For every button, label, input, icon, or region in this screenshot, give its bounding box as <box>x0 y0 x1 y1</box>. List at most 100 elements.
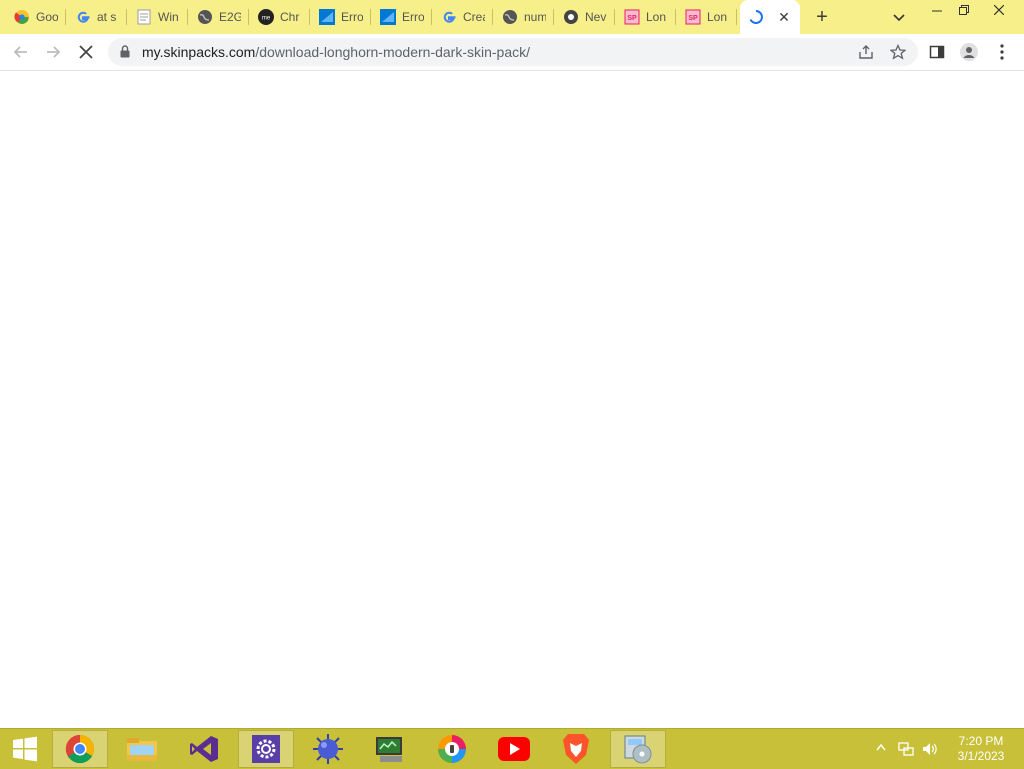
tab-2[interactable]: at s <box>67 6 125 28</box>
bookmark-star-icon[interactable] <box>889 43 907 60</box>
tab-separator <box>126 9 127 25</box>
tab-separator <box>736 9 737 25</box>
url-text[interactable]: my.skinpacks.com/download-longhorn-moder… <box>142 44 530 60</box>
tab-title: Lon <box>707 10 728 24</box>
taskbar-app-virus[interactable] <box>300 730 356 768</box>
side-panel-icon[interactable] <box>928 43 946 61</box>
tab-title: Erro <box>402 10 424 24</box>
skinpacks-icon: SP <box>685 9 701 25</box>
stop-x-icon <box>79 45 93 59</box>
tab-5[interactable]: me Chr <box>250 6 308 28</box>
me-icon: me <box>258 9 274 25</box>
tab-title: Chr <box>280 10 300 24</box>
svg-text:me: me <box>262 16 271 22</box>
tab-separator <box>370 9 371 25</box>
clock-date: 3/1/2023 <box>957 749 1005 763</box>
chromium-icon <box>563 9 579 25</box>
tab-9[interactable]: num <box>494 6 552 28</box>
tab-close-button[interactable]: ✕ <box>776 9 792 25</box>
loading-spinner-icon <box>748 9 764 25</box>
google-g-icon <box>441 9 457 25</box>
new-tab-button[interactable]: + <box>812 7 832 27</box>
azure-icon <box>380 9 396 25</box>
clock-time: 7:20 PM <box>958 734 1004 748</box>
back-arrow-icon <box>13 46 27 58</box>
google-g-icon <box>75 9 91 25</box>
taskbar-monitor-app[interactable] <box>362 730 418 768</box>
profile-avatar-icon[interactable] <box>960 43 978 61</box>
tab-3[interactable]: Win <box>128 6 186 28</box>
page-icon <box>136 9 152 25</box>
globe-icon <box>197 9 213 25</box>
taskbar-brave[interactable] <box>548 730 604 768</box>
network-icon[interactable] <box>898 741 914 760</box>
skinpacks-icon: SP <box>624 9 640 25</box>
volume-icon[interactable] <box>922 741 938 760</box>
page-content <box>0 71 1024 728</box>
menu-dots-icon[interactable] <box>993 43 1011 61</box>
tab-title: Lon <box>646 10 667 24</box>
tab-1[interactable]: Goo <box>6 6 64 28</box>
tab-title: Goo <box>36 10 58 24</box>
brave-lion-icon <box>563 734 589 764</box>
tab-separator <box>675 9 676 25</box>
visual-studio-icon <box>190 736 218 762</box>
file-explorer-icon <box>127 738 157 761</box>
windows-logo-icon <box>13 736 37 762</box>
forward-button[interactable] <box>42 41 64 63</box>
tab-12[interactable]: SP Lon <box>677 6 735 28</box>
tab-title: Win <box>158 10 179 24</box>
taskbar-file-explorer[interactable] <box>114 730 170 768</box>
tab-active[interactable]: ✕ <box>740 0 800 34</box>
tab-separator <box>187 9 188 25</box>
taskbar-youtube[interactable] <box>486 730 542 768</box>
share-icon[interactable] <box>858 44 874 60</box>
tab-4[interactable]: E2G <box>189 6 247 28</box>
svg-text:SP: SP <box>688 15 698 22</box>
youtube-icon <box>498 737 530 761</box>
taskbar: 7:20 PM 3/1/2023 <box>0 728 1024 769</box>
tab-10[interactable]: Nev <box>555 6 613 28</box>
tab-strip: Goo at s Win E2G me Chr Erro Erro Crea num Nev SP Lo… <box>0 0 1024 34</box>
chrome-web-store-icon <box>14 9 30 25</box>
minimize-button[interactable] <box>928 2 946 20</box>
tab-8[interactable]: Crea <box>433 6 491 28</box>
computer-monitor-icon <box>376 737 402 762</box>
svg-text:SP: SP <box>627 15 637 22</box>
start-button[interactable] <box>0 730 50 768</box>
tab-separator <box>248 9 249 25</box>
stop-loading-button[interactable] <box>75 41 97 63</box>
azure-icon <box>319 9 335 25</box>
tab-title: Erro <box>341 10 363 24</box>
taskbar-settings[interactable] <box>238 730 294 768</box>
globe-icon <box>502 9 518 25</box>
settings-gear-icon <box>252 735 280 763</box>
tab-search-chevron-icon[interactable] <box>890 9 908 27</box>
taskbar-disc-app[interactable] <box>610 730 666 768</box>
tab-separator <box>65 9 66 25</box>
tab-title: num <box>524 10 546 24</box>
url-host: my.skinpacks.com <box>142 44 256 60</box>
taskbar-clock[interactable]: 7:20 PM 3/1/2023 <box>950 734 1012 764</box>
url-path: /download-longhorn-modern-dark-skin-pack… <box>255 44 531 60</box>
tab-separator <box>614 9 615 25</box>
taskbar-visual-studio[interactable] <box>176 730 232 768</box>
taskbar-photo-app[interactable] <box>424 730 480 768</box>
colorful-ring-icon <box>438 735 466 763</box>
tab-title: Crea <box>463 10 485 24</box>
tab-7[interactable]: Erro <box>372 6 430 28</box>
tab-11[interactable]: SP Lon <box>616 6 674 28</box>
taskbar-chrome[interactable] <box>52 730 108 768</box>
address-bar[interactable]: my.skinpacks.com/download-longhorn-moder… <box>108 38 918 66</box>
close-window-button[interactable] <box>990 2 1008 20</box>
restore-button[interactable] <box>955 2 973 20</box>
tab-title: Nev <box>585 10 607 24</box>
disc-installer-icon <box>624 735 652 764</box>
show-hidden-icons-chevron[interactable] <box>876 742 886 754</box>
tab-6[interactable]: Erro <box>311 6 369 28</box>
tab-title: E2G <box>219 10 241 24</box>
tab-separator <box>492 9 493 25</box>
tab-title: at s <box>97 10 117 24</box>
forward-arrow-icon <box>47 46 61 58</box>
back-button[interactable] <box>10 41 32 63</box>
